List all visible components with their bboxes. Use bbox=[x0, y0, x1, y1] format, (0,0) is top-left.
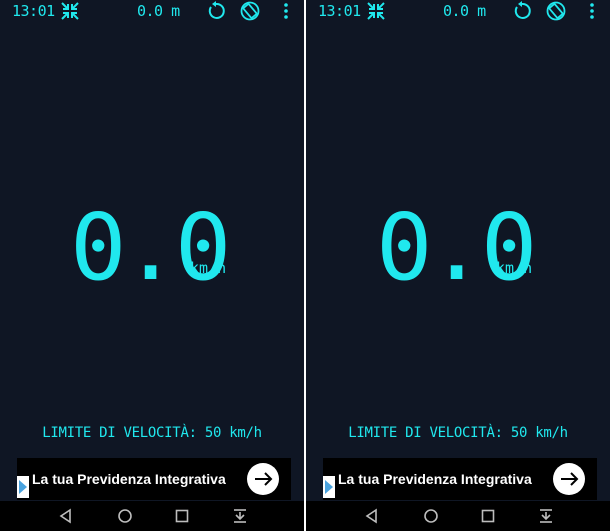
clock-time: 13:01 bbox=[12, 2, 55, 20]
home-circle-icon[interactable] bbox=[421, 506, 441, 526]
reset-icon[interactable] bbox=[206, 1, 226, 21]
android-nav-bar bbox=[0, 501, 304, 531]
speedometer: 0.0 km/h bbox=[306, 194, 610, 301]
adchoices-icon[interactable] bbox=[17, 476, 29, 498]
app-toolbar: 13:01 0.0 m bbox=[0, 0, 304, 22]
arrow-right-icon[interactable] bbox=[247, 463, 279, 495]
back-triangle-icon[interactable] bbox=[56, 506, 76, 526]
clock-time: 13:01 bbox=[318, 2, 361, 20]
speed-limit-label[interactable]: LIMITE DI VELOCITÀ: 50 km/h bbox=[306, 425, 610, 441]
speed-value: 0.0 bbox=[376, 194, 537, 301]
screen-rotation-icon[interactable] bbox=[240, 1, 260, 21]
ad-banner[interactable]: La tua Previdenza Integrativa bbox=[17, 458, 291, 500]
reset-icon[interactable] bbox=[512, 1, 532, 21]
recent-square-icon[interactable] bbox=[478, 506, 498, 526]
speedometer: 0.0 km/h bbox=[0, 194, 304, 301]
compress-arrows-icon[interactable] bbox=[60, 1, 80, 21]
speed-value: 0.0 bbox=[70, 194, 231, 301]
adchoices-icon[interactable] bbox=[323, 476, 335, 498]
ad-text[interactable]: La tua Previdenza Integrativa bbox=[338, 471, 532, 487]
speed-unit: km/h bbox=[496, 259, 533, 277]
home-circle-icon[interactable] bbox=[115, 506, 135, 526]
notification-pull-icon[interactable] bbox=[230, 506, 250, 526]
android-nav-bar bbox=[306, 501, 610, 531]
app-toolbar: 13:01 0.0 m bbox=[306, 0, 610, 22]
compress-arrows-icon[interactable] bbox=[366, 1, 386, 21]
screen-rotation-icon[interactable] bbox=[546, 1, 566, 21]
speed-limit-label[interactable]: LIMITE DI VELOCITÀ: 50 km/h bbox=[0, 425, 304, 441]
phone-screen-right: 13:01 0.0 m 0.0 km/h LIMITE DI VELOCITÀ:… bbox=[306, 0, 610, 531]
distance-readout: 0.0 m bbox=[137, 2, 180, 20]
back-triangle-icon[interactable] bbox=[362, 506, 382, 526]
ad-text[interactable]: La tua Previdenza Integrativa bbox=[32, 471, 226, 487]
speed-unit: km/h bbox=[190, 259, 227, 277]
recent-square-icon[interactable] bbox=[172, 506, 192, 526]
distance-readout: 0.0 m bbox=[443, 2, 486, 20]
more-vert-icon[interactable] bbox=[276, 1, 296, 21]
more-vert-icon[interactable] bbox=[582, 1, 602, 21]
arrow-right-icon[interactable] bbox=[553, 463, 585, 495]
ad-banner[interactable]: La tua Previdenza Integrativa bbox=[323, 458, 597, 500]
notification-pull-icon[interactable] bbox=[536, 506, 556, 526]
phone-screen-left: 13:01 0.0 m 0.0 km/h LIMITE DI VELOCITÀ:… bbox=[0, 0, 304, 531]
